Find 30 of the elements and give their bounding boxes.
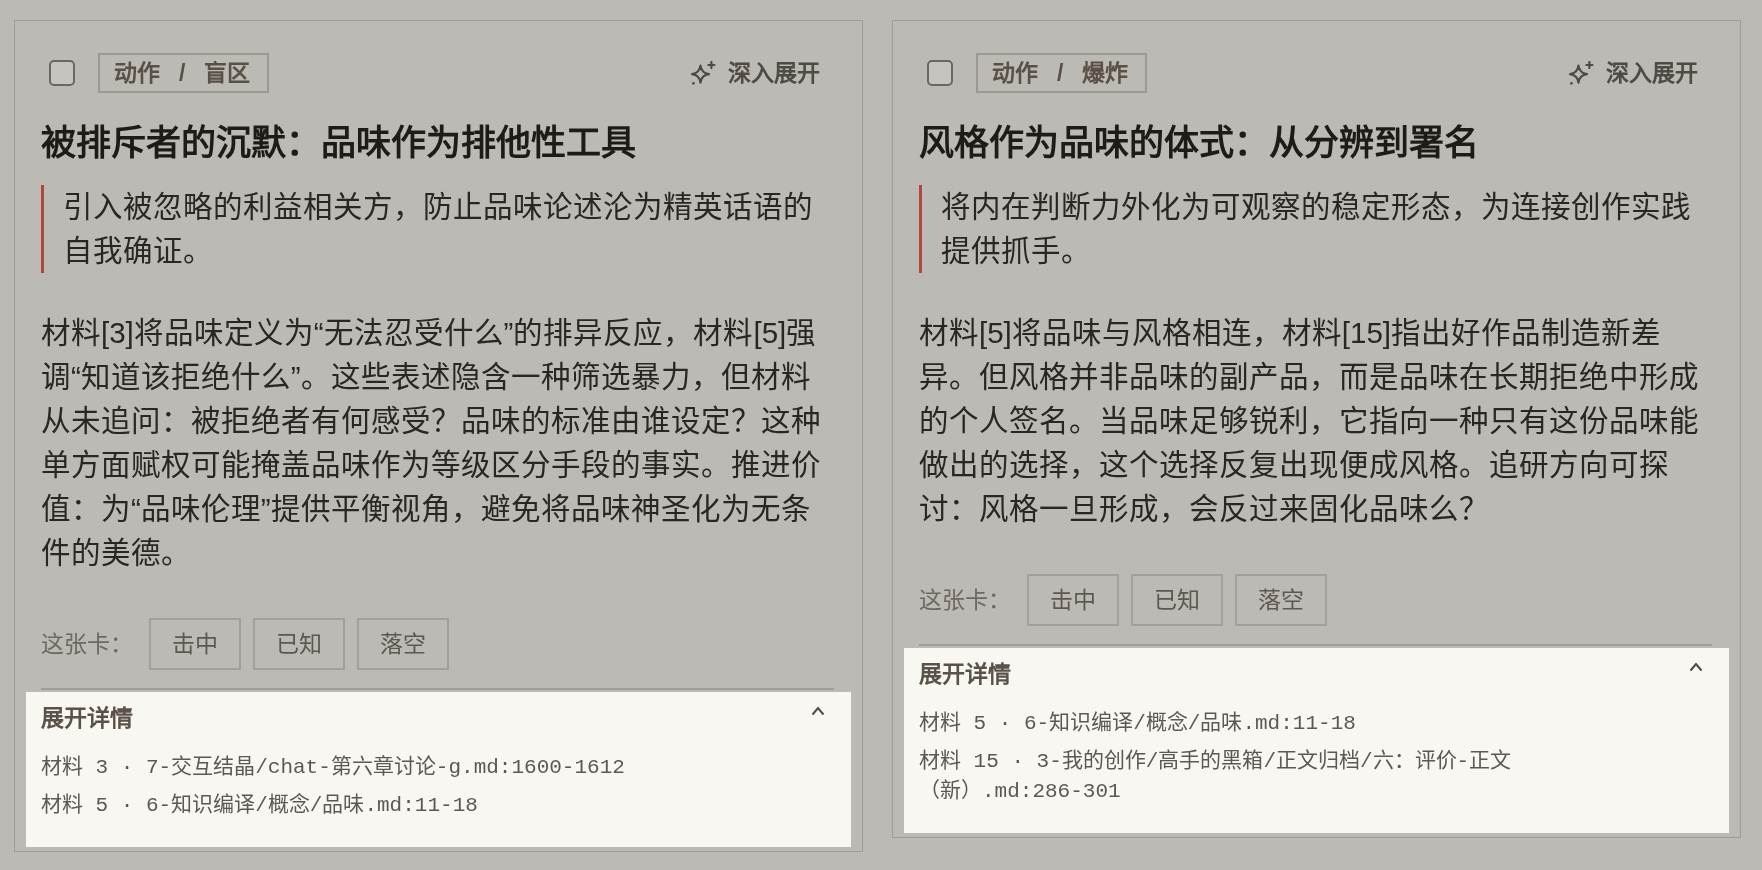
feedback-label: 这张卡： bbox=[41, 629, 133, 659]
summary-quote: 将内在判断力外化为可观察的稳定形态，为连接创作实践提供抓手。 bbox=[919, 185, 1712, 273]
feedback-button[interactable]: 击中 bbox=[149, 618, 241, 670]
feedback-button[interactable]: 落空 bbox=[357, 618, 449, 670]
caret-icon[interactable] bbox=[1689, 662, 1703, 672]
feedback-button[interactable]: 已知 bbox=[1131, 574, 1223, 626]
caret-icon[interactable] bbox=[811, 706, 825, 716]
details-title: 展开详情 bbox=[41, 704, 133, 732]
body-paragraph: 材料[5]将品味与风格相连，材料[15]指出好作品制造新差异。但风格并非品味的副产品，而是品味在长期拒绝中形成的个人签名。当品味足够锐利，它指向一种只有这份品味能做出的选择，这个选择反复出现便成风格。追研方向可探讨：风格一旦形成，会反过来固化品味么？ bbox=[919, 315, 1700, 527]
feedback-button[interactable]: 落空 bbox=[1235, 574, 1327, 626]
source-reference: 材料 5 · 6-知识编译/概念/品味.md:11-18 bbox=[919, 710, 1357, 737]
summary-quote: 引入被忽略的利益相关方，防止品味论述沦为精英话语的自我确证。 bbox=[41, 185, 834, 273]
source-reference: 材料 3 · 7-交互结晶/chat-第六章讨论-g.md:1600-1612 bbox=[41, 754, 626, 781]
details-title: 展开详情 bbox=[919, 660, 1011, 688]
select-checkbox[interactable] bbox=[49, 60, 75, 86]
expand-button[interactable]: 深入展开 bbox=[1561, 53, 1712, 93]
card-title: 被排斥者的沉默：品味作为排他性工具 bbox=[41, 122, 637, 164]
feedback-label: 这张卡： bbox=[919, 585, 1011, 615]
sparkle-icon bbox=[1569, 60, 1594, 86]
feedback-button[interactable]: 已知 bbox=[253, 618, 345, 670]
source-reference: 材料 5 · 6-知识编译/概念/品味.md:11-18 bbox=[41, 792, 479, 819]
feedback-button[interactable]: 击中 bbox=[1027, 574, 1119, 626]
source-reference: 材料 15 · 3-我的创作/高手的黑箱/正文归档/六：评价-正文（新）.md:286-301 bbox=[919, 748, 1513, 805]
body-paragraph: 材料[3]将品味定义为“无法忍受什么”的排异反应，材料[5]强调“知道该拒绝什么”。这些表述隐含一种筛选暴力，但材料从未追问：被拒绝者有何感受？品味的标准由谁设定？这种单方面赋权可能掩盖品味作为等级区分手段的事实。推进价值：为“品味伦理”提供平衡视角，避免将品味神圣化为无条件的美德。 bbox=[41, 315, 822, 571]
sparkle-icon bbox=[691, 60, 716, 86]
card-title: 风格作为品味的体式：从分辨到署名 bbox=[919, 122, 1480, 164]
category-tag: 动作 / 爆炸 bbox=[976, 53, 1148, 93]
expand-button[interactable]: 深入展开 bbox=[683, 53, 834, 93]
select-checkbox[interactable] bbox=[927, 60, 953, 86]
category-tag: 动作 / 盲区 bbox=[98, 53, 270, 93]
